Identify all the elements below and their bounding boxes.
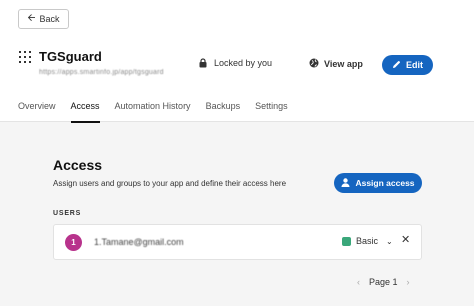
user-row: 1 1.Tamane@gmail.com Basic ⌄ ✕ [53,224,422,260]
back-button[interactable]: 🡨 Back [18,9,69,29]
role-color-swatch [342,236,351,246]
pagination: ‹ Page 1 › [357,277,410,287]
assign-access-label: Assign access [355,178,415,188]
avatar: 1 [65,234,82,251]
tab-backups[interactable]: Backups [206,98,241,122]
app-title: TGSguard [39,49,102,64]
role-label: Basic [356,236,379,246]
section-title: Access [53,157,103,173]
edit-label: Edit [406,60,423,70]
chevron-down-icon: ⌄ [386,236,393,246]
view-app-label: View app [324,59,363,69]
locked-label: Locked by you [214,58,273,68]
grid-icon [19,51,31,63]
arrow-left-icon: 🡨 [27,13,36,24]
tab-overview[interactable]: Overview [18,98,56,122]
app-header: 🡨 Back TGSguard https://apps.smartinfo.j… [0,0,474,123]
users-heading: USERS [53,210,82,217]
lock-icon [199,58,207,68]
section-description: Assign users and groups to your app and … [53,179,287,188]
chevron-right-icon[interactable]: › [407,277,410,287]
tab-settings[interactable]: Settings [255,98,288,122]
user-email: 1.Tamane@gmail.com [94,237,184,247]
view-app-link[interactable]: View app [309,58,363,70]
assign-access-button[interactable]: Assign access [334,173,422,193]
globe-icon [309,58,319,70]
page-label: Page 1 [369,277,398,287]
role-select[interactable]: Basic ⌄ [342,236,393,246]
back-label: Back [39,14,60,24]
tab-bar: Overview Access Automation History Backu… [18,98,303,123]
lock-status: Locked by you [199,58,272,68]
tab-automation-history[interactable]: Automation History [115,98,191,122]
pencil-icon [392,60,401,71]
chevron-left-icon[interactable]: ‹ [357,277,360,287]
app-url: https://apps.smartinfo.jp/app/tgsguard [39,69,164,76]
edit-button[interactable]: Edit [382,55,433,75]
close-icon[interactable]: ✕ [401,235,410,246]
user-icon [341,177,350,189]
tab-access[interactable]: Access [70,98,100,123]
